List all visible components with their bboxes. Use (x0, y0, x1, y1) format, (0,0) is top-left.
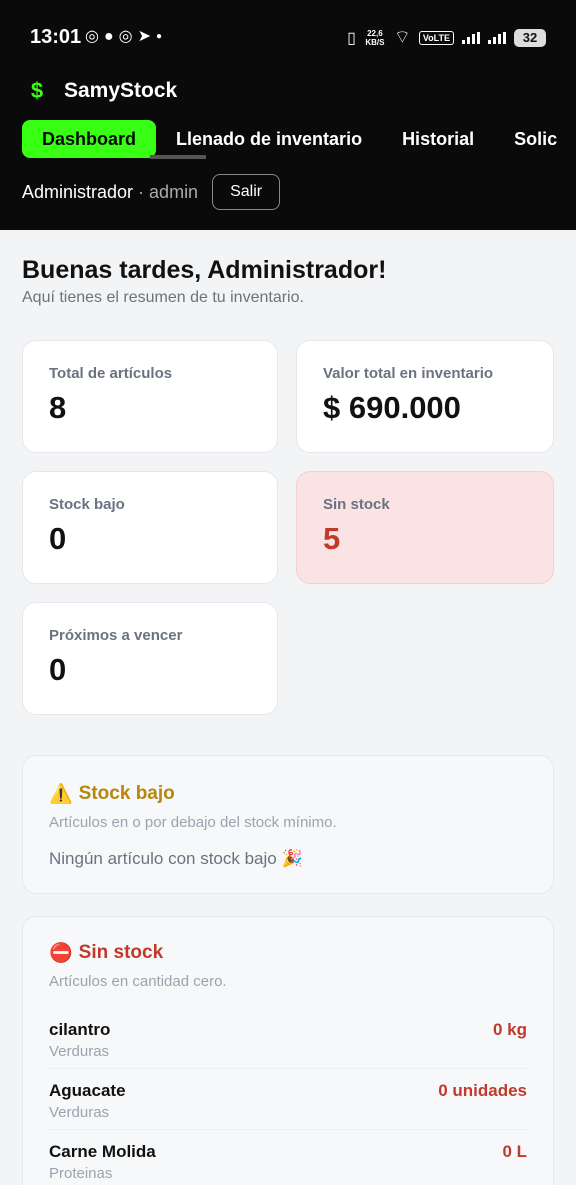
low-stock-title-text: Stock bajo (78, 783, 175, 804)
item-qty: 0 kg (492, 1020, 527, 1039)
tabs-scrollbar[interactable] (150, 155, 206, 159)
signal-icon (462, 31, 480, 44)
tab-historial[interactable]: Historial (382, 120, 494, 158)
no-stock-title-text: Sin stock (78, 942, 164, 963)
stat-value: 5 (323, 521, 341, 556)
stat-value: 8 (49, 390, 67, 425)
wifi-icon: ⌔ (393, 27, 411, 47)
chat-icon: ● (103, 28, 114, 45)
app-name: SamyStock (64, 79, 178, 102)
list-item[interactable]: cilantro Verduras 0 kg (49, 1008, 527, 1068)
whatsapp-icon: ◎ (85, 28, 99, 45)
low-stock-panel: ⚠️ Stock bajo Artículos en o por debajo … (22, 755, 554, 894)
stat-label: Total de artículos (49, 365, 173, 382)
logout-button[interactable]: Salir (212, 174, 281, 210)
item-name: Aguacate (49, 1081, 126, 1100)
stat-card-total-articulos: Total de artículos 8 (22, 340, 278, 453)
network-speed: 22,6 KB/S (365, 28, 385, 47)
warning-icon: ⚠️ (49, 784, 73, 805)
stat-label: Próximos a vencer (49, 627, 183, 644)
user-name: Administrador (22, 181, 134, 202)
item-category: Verduras (49, 1104, 110, 1121)
tab-solicitudes[interactable]: Solic (494, 120, 576, 158)
vibrate-icon: ▯ (347, 29, 356, 47)
app-header: $ SamyStock Dashboard Llenado de inventa… (0, 74, 576, 230)
page-subtitle: Aquí tienes el resumen de tu inventario. (22, 289, 304, 306)
stat-label: Stock bajo (49, 496, 125, 513)
user-info: Administrador · admin (22, 182, 198, 203)
stat-value: 0 (49, 652, 67, 687)
item-name: Carne Molida (49, 1142, 156, 1161)
item-name: cilantro (49, 1020, 111, 1039)
dollar-logo-icon: $ (30, 78, 44, 103)
telegram-icon: ➤ (137, 28, 152, 45)
no-entry-icon: ⛔ (49, 943, 73, 964)
user-role: admin (149, 181, 199, 202)
item-qty: 0 unidades (438, 1081, 527, 1100)
stat-card-stock-bajo: Stock bajo 0 (22, 471, 278, 584)
low-stock-subtitle: Artículos en o por debajo del stock míni… (49, 814, 337, 831)
stat-card-valor-total: Valor total en inventario $ 690.000 (296, 340, 554, 453)
low-stock-empty: Ningún artículo con stock bajo 🎉 (49, 849, 303, 868)
stat-card-proximos-vencer: Próximos a vencer 0 (22, 602, 278, 715)
main-tabs: Dashboard Llenado de inventario Historia… (22, 120, 576, 158)
stat-value: 0 (49, 521, 67, 556)
brand[interactable]: $ SamyStock (24, 78, 177, 104)
stat-label: Sin stock (323, 496, 390, 513)
system-icons: ▯ 22,6 KB/S ⌔ VoLTE 32 (347, 26, 546, 49)
dot-icon: ● (156, 31, 163, 42)
user-row: Administrador · admin Salir (22, 174, 281, 210)
stat-label: Valor total en inventario (323, 365, 494, 382)
volte-badge: VoLTE (418, 30, 454, 45)
battery-icon: 32 (514, 28, 546, 47)
status-time: 13:01 (30, 26, 82, 48)
tab-llenado-inventario[interactable]: Llenado de inventario (156, 120, 382, 158)
signal-icon-2 (488, 31, 506, 44)
whatsapp-business-icon: ◎ (118, 28, 133, 45)
notification-icons: ◎ ● ◎ ➤ ● (85, 27, 162, 47)
list-item[interactable]: Aguacate Verduras 0 unidades (49, 1068, 527, 1129)
no-stock-subtitle: Artículos en cantidad cero. (49, 973, 227, 990)
item-category: Verduras (49, 1043, 110, 1060)
user-separator: · (133, 181, 150, 202)
item-category: Proteinas (49, 1165, 113, 1182)
page-title: Buenas tardes, Administrador! (22, 256, 387, 284)
list-item[interactable]: Carne Molida Proteinas 0 L (49, 1129, 527, 1185)
stat-card-sin-stock: Sin stock 5 (296, 471, 554, 584)
low-stock-title: ⚠️ Stock bajo (49, 782, 527, 806)
status-bar: 13:01 ◎ ● ◎ ➤ ● ▯ 22,6 KB/S ⌔ VoLTE 32 (0, 0, 576, 74)
no-stock-list: cilantro Verduras 0 kg Aguacate Verduras… (49, 1008, 527, 1185)
no-stock-panel: ⛔ Sin stock Artículos en cantidad cero. … (22, 916, 554, 1185)
no-stock-title: ⛔ Sin stock (49, 941, 527, 965)
tab-dashboard[interactable]: Dashboard (22, 120, 157, 158)
stat-value: $ 690.000 (323, 390, 461, 425)
item-qty: 0 L (502, 1142, 527, 1161)
